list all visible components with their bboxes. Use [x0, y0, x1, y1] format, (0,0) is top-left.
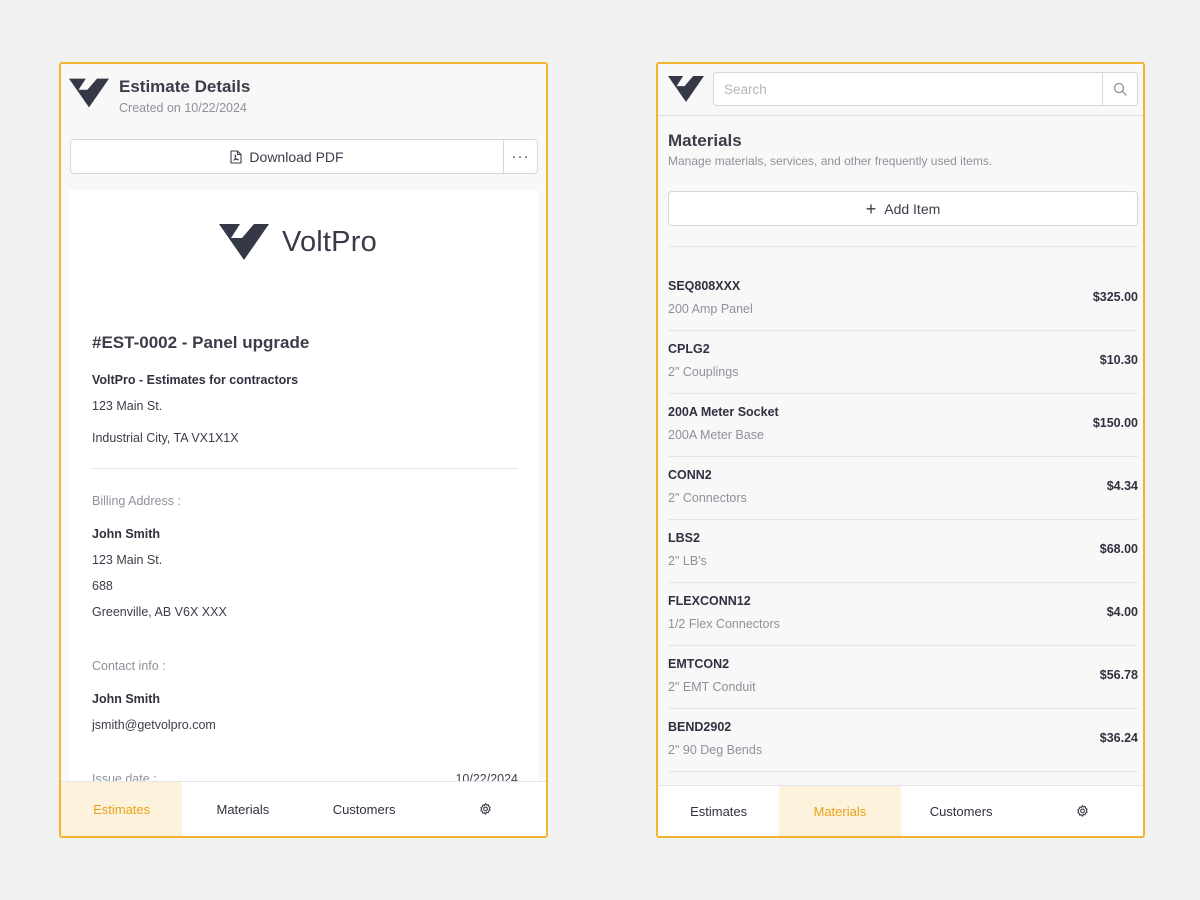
more-options-button[interactable]: ··· [504, 139, 538, 174]
add-item-label: Add Item [884, 200, 941, 217]
materials-screen: Materials Manage materials, services, an… [656, 62, 1145, 838]
company-address-line: 123 Main St. [92, 399, 163, 413]
billing-address-line: Greenville, AB V6X XXX [92, 605, 227, 619]
nav-estimates-label: Estimates [690, 803, 748, 819]
nav-materials-label: Materials [216, 801, 270, 817]
estimate-document-preview: VoltPro #EST-0002 - Panel upgrade VoltPr… [69, 190, 538, 790]
voltpro-logo-icon [668, 76, 704, 102]
billing-address-line: 688 [92, 579, 113, 593]
nav-customers[interactable]: Customers [304, 782, 425, 836]
list-item[interactable]: 200A Meter Socket 200A Meter Base $150.0… [668, 394, 1138, 457]
search-input[interactable] [713, 72, 1103, 106]
voltpro-logo-icon [69, 78, 109, 108]
billing-name: John Smith [92, 527, 161, 541]
search-button[interactable] [1103, 72, 1138, 106]
material-description: 2" EMT Conduit [668, 680, 756, 694]
contact-info-label: Contact info : [92, 659, 166, 673]
material-code: EMTCON2 [668, 657, 730, 671]
list-item[interactable]: FLEXCONN12 1/2 Flex Connectors $4.00 [668, 583, 1138, 646]
material-description: 200A Meter Base [668, 428, 764, 442]
material-price: $4.34 [1106, 479, 1138, 493]
contact-name: John Smith [92, 692, 161, 706]
list-item[interactable]: EMTCON2 2" EMT Conduit $56.78 [668, 646, 1138, 709]
material-code: LBS2 [668, 531, 700, 545]
document-brand: VoltPro [219, 224, 377, 260]
plus-icon: + [865, 198, 877, 219]
material-description: 2" LB's [668, 554, 707, 568]
more-options-icon: ··· [511, 148, 530, 165]
page-title: Estimate Details [119, 77, 251, 96]
material-code: SEQ808XXX [668, 279, 741, 293]
material-price: $56.78 [1099, 668, 1138, 682]
download-pdf-button[interactable]: Download PDF [70, 139, 504, 174]
material-code: FLEXCONN12 [668, 594, 751, 608]
material-description: 1/2 Flex Connectors [668, 617, 780, 631]
material-code: 200A Meter Socket [668, 405, 779, 419]
material-code: CONN2 [668, 468, 712, 482]
company-name: VoltPro - Estimates for contractors [92, 373, 299, 387]
estimate-details-screen: Estimate Details Created on 10/22/2024 D… [59, 62, 548, 838]
nav-estimates[interactable]: Estimates [61, 782, 183, 836]
billing-address-line: 123 Main St. [92, 553, 163, 567]
nav-materials-label: Materials [813, 803, 867, 819]
gear-icon [478, 802, 493, 817]
nav-materials[interactable]: Materials [182, 782, 303, 836]
download-pdf-label: Download PDF [249, 148, 344, 165]
pdf-file-icon [230, 149, 242, 164]
material-price: $150.00 [1092, 416, 1138, 430]
search-bar [713, 72, 1138, 106]
list-item[interactable]: BEND2902 2" 90 Deg Bends $36.24 [668, 709, 1138, 772]
material-price: $325.00 [1092, 290, 1138, 304]
company-address-line: Industrial City, TA VX1X1X [92, 431, 239, 445]
page-title: Materials [668, 131, 742, 150]
bottom-navigation: Estimates Materials Customers [61, 781, 546, 836]
nav-settings[interactable] [425, 782, 546, 836]
billing-address-label: Billing Address : [92, 494, 181, 508]
nav-estimates[interactable]: Estimates [658, 786, 779, 836]
list-item[interactable]: CPLG2 2" Couplings $10.30 [668, 331, 1138, 394]
material-code: BEND2902 [668, 720, 732, 734]
nav-customers-label: Customers [929, 803, 993, 819]
page-subtitle: Created on 10/22/2024 [119, 101, 247, 115]
brand-name: VoltPro [282, 225, 377, 258]
list-item[interactable]: SEQ808XXX 200 Amp Panel $325.00 [668, 268, 1138, 331]
nav-estimates-label: Estimates [93, 801, 151, 817]
add-item-button[interactable]: + Add Item [668, 191, 1138, 226]
material-code: CPLG2 [668, 342, 710, 356]
material-price: $10.30 [1099, 353, 1138, 367]
list-item[interactable]: LBS2 2" LB's $68.00 [668, 520, 1138, 583]
material-price: $68.00 [1099, 542, 1138, 556]
page-subtitle: Manage materials, services, and other fr… [668, 154, 993, 168]
contact-email: jsmith@getvolpro.com [92, 718, 216, 732]
action-button-group: Download PDF ··· [70, 139, 538, 174]
materials-list: SEQ808XXX 200 Amp Panel $325.00 CPLG2 2"… [668, 268, 1138, 772]
material-price: $36.24 [1099, 731, 1138, 745]
gear-icon [1075, 804, 1090, 819]
estimate-header: Estimate Details Created on 10/22/2024 [69, 76, 250, 117]
bottom-navigation: Estimates Materials Customers [658, 785, 1143, 836]
list-item[interactable]: CONN2 2" Connectors $4.34 [668, 457, 1138, 520]
divider [92, 468, 518, 469]
estimate-title: #EST-0002 - Panel upgrade [92, 333, 310, 352]
nav-materials[interactable]: Materials [779, 786, 901, 836]
voltpro-logo-icon [219, 224, 269, 260]
material-description: 2" Couplings [668, 365, 739, 379]
nav-customers[interactable]: Customers [901, 786, 1022, 836]
material-price: $4.00 [1106, 605, 1138, 619]
divider [668, 246, 1138, 247]
material-description: 2" Connectors [668, 491, 747, 505]
nav-customers-label: Customers [332, 801, 396, 817]
material-description: 200 Amp Panel [668, 302, 753, 316]
nav-settings[interactable] [1022, 786, 1143, 836]
search-icon [1113, 82, 1127, 96]
document-body: #EST-0002 - Panel upgrade VoltPro - Esti… [92, 332, 518, 787]
materials-header-bar [658, 64, 1143, 116]
material-description: 2" 90 Deg Bends [668, 743, 763, 757]
